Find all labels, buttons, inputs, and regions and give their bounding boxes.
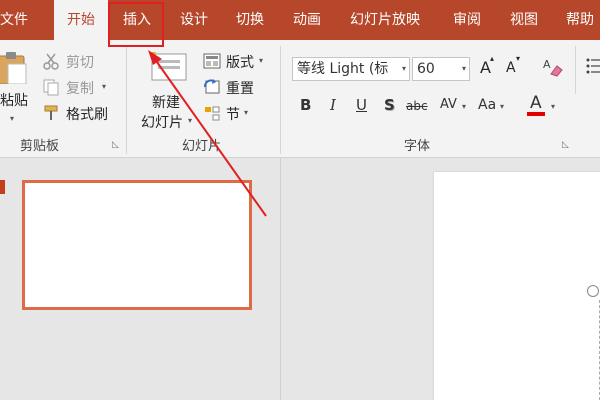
font-size-dropdown-caret[interactable]: ▾ [462, 58, 466, 80]
clipboard-group-title: 剪贴板 [20, 139, 60, 154]
bullets-icon[interactable] [586, 56, 600, 76]
svg-text:A: A [543, 58, 551, 71]
ribbon-home: 粘贴 ▾ 剪切 复制 ▾ 格式刷 剪贴板 ◺ 新建 幻灯片 ▾ 版式 ▾ 重置 … [0, 40, 600, 158]
cut-button[interactable]: 剪切 [66, 52, 94, 72]
tab-file[interactable]: 文件 [0, 0, 40, 40]
tab-help[interactable]: 帮助 [566, 0, 600, 40]
tab-home[interactable]: 开始 [54, 0, 108, 40]
group-separator [126, 46, 127, 154]
copy-dropdown-caret[interactable]: ▾ [102, 82, 106, 91]
paste-dropdown-caret[interactable]: ▾ [10, 114, 14, 123]
section-dropdown-caret[interactable]: ▾ [244, 108, 248, 117]
slide-thumbnail[interactable] [22, 180, 252, 310]
italic-button[interactable]: I [330, 96, 336, 114]
slide-selected-marker [0, 180, 5, 194]
underline-button[interactable]: U [356, 96, 367, 114]
slide-editing-pane [281, 158, 600, 400]
font-dialog-launcher[interactable]: ◺ [562, 140, 569, 150]
shrink-font-caret: ▾ [516, 54, 521, 63]
tab-animations[interactable]: 动画 [293, 0, 333, 40]
tab-review[interactable]: 审阅 [453, 0, 493, 40]
tab-slideshow[interactable]: 幻灯片放映 [350, 0, 440, 40]
reset-button[interactable]: 重置 [226, 78, 254, 98]
new-slide-label-line1[interactable]: 新建 [152, 92, 180, 112]
font-name-combo[interactable]: 等线 Light (标 ▾ [292, 57, 410, 81]
font-name-dropdown-caret[interactable]: ▾ [402, 58, 406, 80]
new-slide-icon[interactable] [148, 50, 188, 84]
eraser-icon[interactable]: A [542, 56, 564, 78]
layout-dropdown-caret[interactable]: ▾ [259, 56, 263, 65]
slide-thumbnails-pane [0, 158, 280, 400]
copy-icon[interactable] [42, 78, 60, 96]
ribbon-tab-bar: 文件 开始 插入 设计 切换 动画 幻灯片放映 审阅 视图 帮助 [0, 0, 600, 40]
paintbrush-icon[interactable] [42, 104, 60, 122]
bold-button[interactable]: B [300, 96, 311, 114]
new-slide-dropdown-caret[interactable]: ▾ [188, 116, 192, 125]
paste-label[interactable]: 粘贴 [0, 90, 28, 110]
tab-insert[interactable]: 插入 [123, 0, 163, 40]
format-painter-button[interactable]: 格式刷 [66, 104, 108, 124]
font-name-value: 等线 Light (标 [297, 61, 389, 77]
reset-icon[interactable] [203, 78, 221, 96]
change-case-caret[interactable]: ▾ [500, 102, 504, 111]
grow-font-caret: ▴ [490, 54, 495, 63]
section-icon[interactable] [203, 104, 221, 122]
placeholder-resize-handle[interactable] [587, 285, 599, 297]
group-separator [280, 46, 281, 154]
char-spacing-caret[interactable]: ▾ [462, 102, 466, 111]
shrink-font-button[interactable]: A [506, 60, 516, 76]
tab-view[interactable]: 视图 [510, 0, 550, 40]
layout-button[interactable]: 版式 [226, 52, 254, 72]
scissors-icon[interactable] [42, 52, 60, 70]
clipboard-dialog-launcher[interactable]: ◺ [112, 140, 119, 150]
copy-button[interactable]: 复制 [66, 78, 94, 98]
group-separator [575, 46, 576, 94]
font-size-value: 60 [417, 61, 435, 77]
clipboard-icon[interactable] [0, 50, 28, 85]
font-color-button[interactable]: A [530, 93, 542, 113]
tab-transitions[interactable]: 切换 [236, 0, 276, 40]
font-color-bar [527, 112, 545, 116]
slides-group-title: 幻灯片 [182, 139, 222, 154]
section-button[interactable]: 节 [226, 104, 240, 124]
strikethrough-button[interactable]: abc [406, 99, 428, 113]
font-group-title: 字体 [404, 139, 431, 154]
text-shadow-button[interactable]: S [384, 96, 395, 114]
new-slide-label-line2[interactable]: 幻灯片 [141, 112, 183, 132]
layout-icon[interactable] [203, 52, 221, 70]
slide-canvas[interactable] [434, 172, 600, 400]
tab-design[interactable]: 设计 [180, 0, 220, 40]
change-case-button[interactable]: Aa [478, 97, 496, 113]
char-spacing-button[interactable]: AV [440, 97, 457, 112]
font-size-combo[interactable]: 60 ▾ [412, 57, 470, 81]
font-color-caret[interactable]: ▾ [551, 102, 555, 111]
